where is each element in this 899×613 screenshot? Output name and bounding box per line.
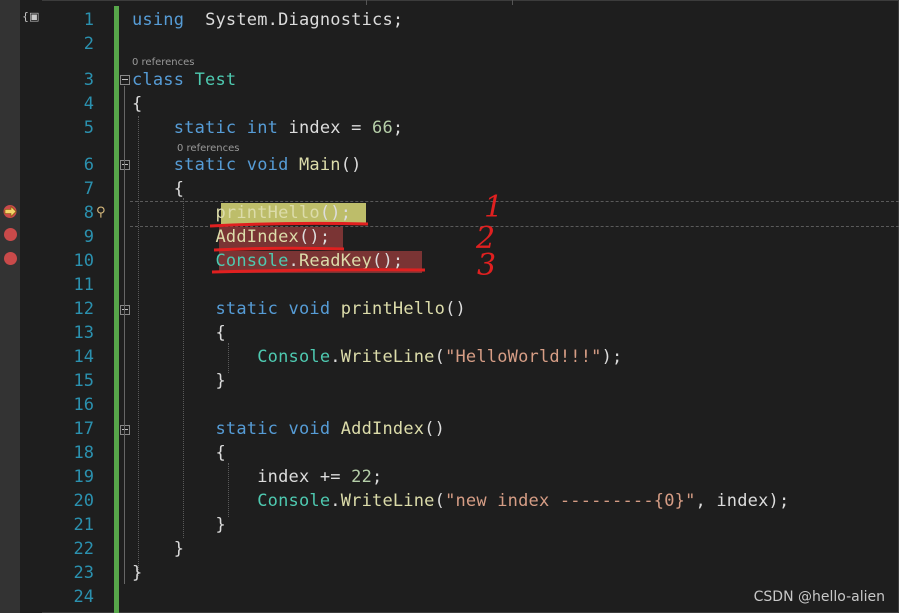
annotation-layer: [209, 221, 426, 274]
annotation-label-1: 1: [484, 190, 504, 225]
watermark: CSDN @hello-alien: [753, 589, 885, 605]
annotation-label-3: 3: [477, 248, 497, 283]
underline-annotation: [211, 268, 426, 274]
underline-annotation: [213, 246, 345, 252]
underline-annotation: [209, 221, 369, 228]
